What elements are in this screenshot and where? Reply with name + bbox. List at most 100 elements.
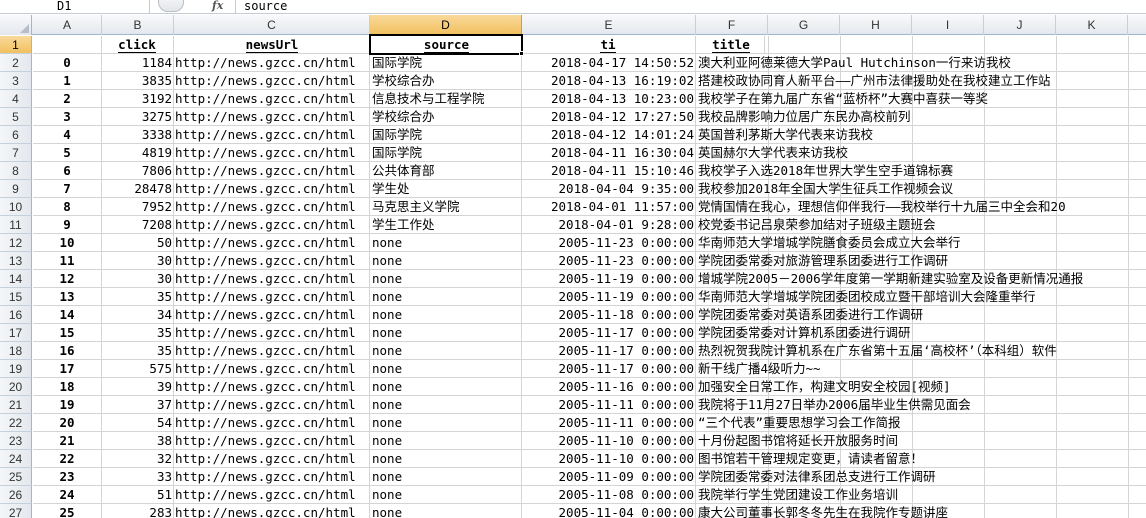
cell-d[interactable]: 国际学院	[370, 54, 522, 71]
cell-a[interactable]: 12	[33, 270, 102, 287]
cell-c[interactable]: http://news.gzcc.cn/html	[174, 270, 370, 287]
cell-d[interactable]: none	[370, 396, 522, 413]
row-header[interactable]: 23	[0, 432, 32, 450]
insert-function-icon[interactable]: fx	[212, 0, 223, 12]
column-header-b[interactable]: B	[102, 15, 174, 35]
cell-b[interactable]: 32	[102, 450, 174, 467]
cell-d1[interactable]: source	[370, 36, 522, 53]
column-header-f[interactable]: F	[696, 15, 768, 35]
cell-b[interactable]: 51	[102, 486, 174, 503]
cell-e[interactable]: 2005-11-10 0:00:00	[522, 450, 696, 467]
cell-c[interactable]: http://news.gzcc.cn/html	[174, 342, 370, 359]
cell-f[interactable]: 我校学子在第九届广东省“蓝桥杯”大赛中喜获一等奖	[696, 90, 988, 107]
cell-b[interactable]: 30	[102, 270, 174, 287]
cell-c[interactable]: http://news.gzcc.cn/html	[174, 396, 370, 413]
cell-b1[interactable]: click	[102, 36, 174, 53]
cell-f[interactable]: 图书馆若干管理规定变更，请读者留意！	[696, 450, 923, 467]
cell-f[interactable]: 英国普利茅斯大学代表来访我校	[696, 126, 873, 143]
row-header[interactable]: 6	[0, 126, 32, 144]
row-header[interactable]: 7	[0, 144, 32, 162]
cell-c[interactable]: http://news.gzcc.cn/html	[174, 414, 370, 431]
cell-e[interactable]: 2005-11-17 0:00:00	[522, 360, 696, 377]
cell-c[interactable]: http://news.gzcc.cn/html	[174, 360, 370, 377]
cell-e[interactable]: 2018-04-04 9:35:00	[522, 180, 696, 197]
cell-e[interactable]: 2005-11-23 0:00:00	[522, 234, 696, 251]
cell-a[interactable]: 18	[33, 378, 102, 395]
fill-handle[interactable]	[519, 51, 524, 56]
cell-d[interactable]: none	[370, 450, 522, 467]
cell-f[interactable]: 我院举行学生党团建设工作业务培训	[696, 486, 898, 503]
row-header[interactable]: 18	[0, 342, 32, 360]
cell-b[interactable]: 3275	[102, 108, 174, 125]
cell-a[interactable]: 10	[33, 234, 102, 251]
cell-c[interactable]: http://news.gzcc.cn/html	[174, 180, 370, 197]
cell-a[interactable]: 23	[33, 468, 102, 485]
cell-c[interactable]: http://news.gzcc.cn/html	[174, 450, 370, 467]
cell-c[interactable]: http://news.gzcc.cn/html	[174, 162, 370, 179]
cell-d[interactable]: 马克思主义学院	[370, 198, 522, 215]
cell-f[interactable]: 我校参加2018年全国大学生征兵工作视频会议	[696, 180, 953, 197]
cell-b[interactable]: 34	[102, 306, 174, 323]
cell-f[interactable]: 我校品牌影响力位居广东民办高校前列	[696, 108, 911, 125]
cell-f[interactable]: “三个代表”重要思想学习会工作简报	[696, 414, 901, 431]
cell-a[interactable]: 25	[33, 504, 102, 518]
column-header-j[interactable]: J	[984, 15, 1056, 35]
cell-b[interactable]: 3835	[102, 72, 174, 89]
cell-d[interactable]: none	[370, 504, 522, 518]
cell-a[interactable]: 7	[33, 180, 102, 197]
cell-d[interactable]: none	[370, 342, 522, 359]
cell-e[interactable]: 2018-04-11 15:10:46	[522, 162, 696, 179]
cell-e[interactable]: 2018-04-13 16:19:02	[522, 72, 696, 89]
cell-d[interactable]: 学生工作处	[370, 216, 522, 233]
cell-e[interactable]: 2018-04-12 17:27:50	[522, 108, 696, 125]
cell-e[interactable]: 2005-11-11 0:00:00	[522, 396, 696, 413]
cell-c[interactable]: http://news.gzcc.cn/html	[174, 144, 370, 161]
row-header-1[interactable]: 1	[0, 36, 32, 54]
cell-b[interactable]: 54	[102, 414, 174, 431]
cell-d[interactable]: 公共体育部	[370, 162, 522, 179]
row-header[interactable]: 17	[0, 324, 32, 342]
cell-f[interactable]: 热烈祝贺我院计算机系在广东省第十五届‘高校杯’（本科组）软件	[696, 342, 1057, 359]
cell-d[interactable]: none	[370, 360, 522, 377]
cell-f[interactable]: 新干线广播4级听力~~	[696, 360, 821, 377]
cell-e[interactable]: 2018-04-01 9:28:00	[522, 216, 696, 233]
cell-e[interactable]: 2005-11-10 0:00:00	[522, 432, 696, 449]
cell-d[interactable]: none	[370, 234, 522, 251]
cell-e[interactable]: 2005-11-23 0:00:00	[522, 252, 696, 269]
row-header[interactable]: 14	[0, 270, 32, 288]
column-header-h[interactable]: H	[840, 15, 912, 35]
row-header[interactable]: 19	[0, 360, 32, 378]
row-header[interactable]: 16	[0, 306, 32, 324]
cell-c[interactable]: http://news.gzcc.cn/html	[174, 486, 370, 503]
cell-b[interactable]: 35	[102, 324, 174, 341]
cell-c[interactable]: http://news.gzcc.cn/html	[174, 234, 370, 251]
cell-b[interactable]: 7208	[102, 216, 174, 233]
column-header-e[interactable]: E	[522, 15, 696, 35]
cell-d[interactable]: none	[370, 252, 522, 269]
cell-b[interactable]: 38	[102, 432, 174, 449]
cell-a[interactable]: 4	[33, 126, 102, 143]
cell-f[interactable]: 增城学院2005－2006学年度第一学期新建实验室及设备更新情况通报	[696, 270, 1083, 287]
row-header[interactable]: 4	[0, 90, 32, 108]
cell-a[interactable]: 15	[33, 324, 102, 341]
cell-c[interactable]: http://news.gzcc.cn/html	[174, 126, 370, 143]
row-header[interactable]: 26	[0, 486, 32, 504]
column-header-g[interactable]: G	[768, 15, 840, 35]
cell-c1[interactable]: newsUrl	[174, 36, 370, 53]
cell-b[interactable]: 30	[102, 252, 174, 269]
cell-e1[interactable]: ti	[522, 36, 696, 53]
cell-a[interactable]: 3	[33, 108, 102, 125]
cell-c[interactable]: http://news.gzcc.cn/html	[174, 378, 370, 395]
cell-e[interactable]: 2005-11-19 0:00:00	[522, 288, 696, 305]
cell-a[interactable]: 19	[33, 396, 102, 413]
cell-b[interactable]: 4819	[102, 144, 174, 161]
cell-c[interactable]: http://news.gzcc.cn/html	[174, 72, 370, 89]
row-header[interactable]: 10	[0, 198, 32, 216]
cell-d[interactable]: none	[370, 324, 522, 341]
cell-c[interactable]: http://news.gzcc.cn/html	[174, 90, 370, 107]
cell-a[interactable]: 6	[33, 162, 102, 179]
name-box[interactable]: D1	[0, 0, 150, 13]
row-header[interactable]: 13	[0, 252, 32, 270]
cell-c[interactable]: http://news.gzcc.cn/html	[174, 288, 370, 305]
formula-input[interactable]: source	[244, 0, 287, 13]
